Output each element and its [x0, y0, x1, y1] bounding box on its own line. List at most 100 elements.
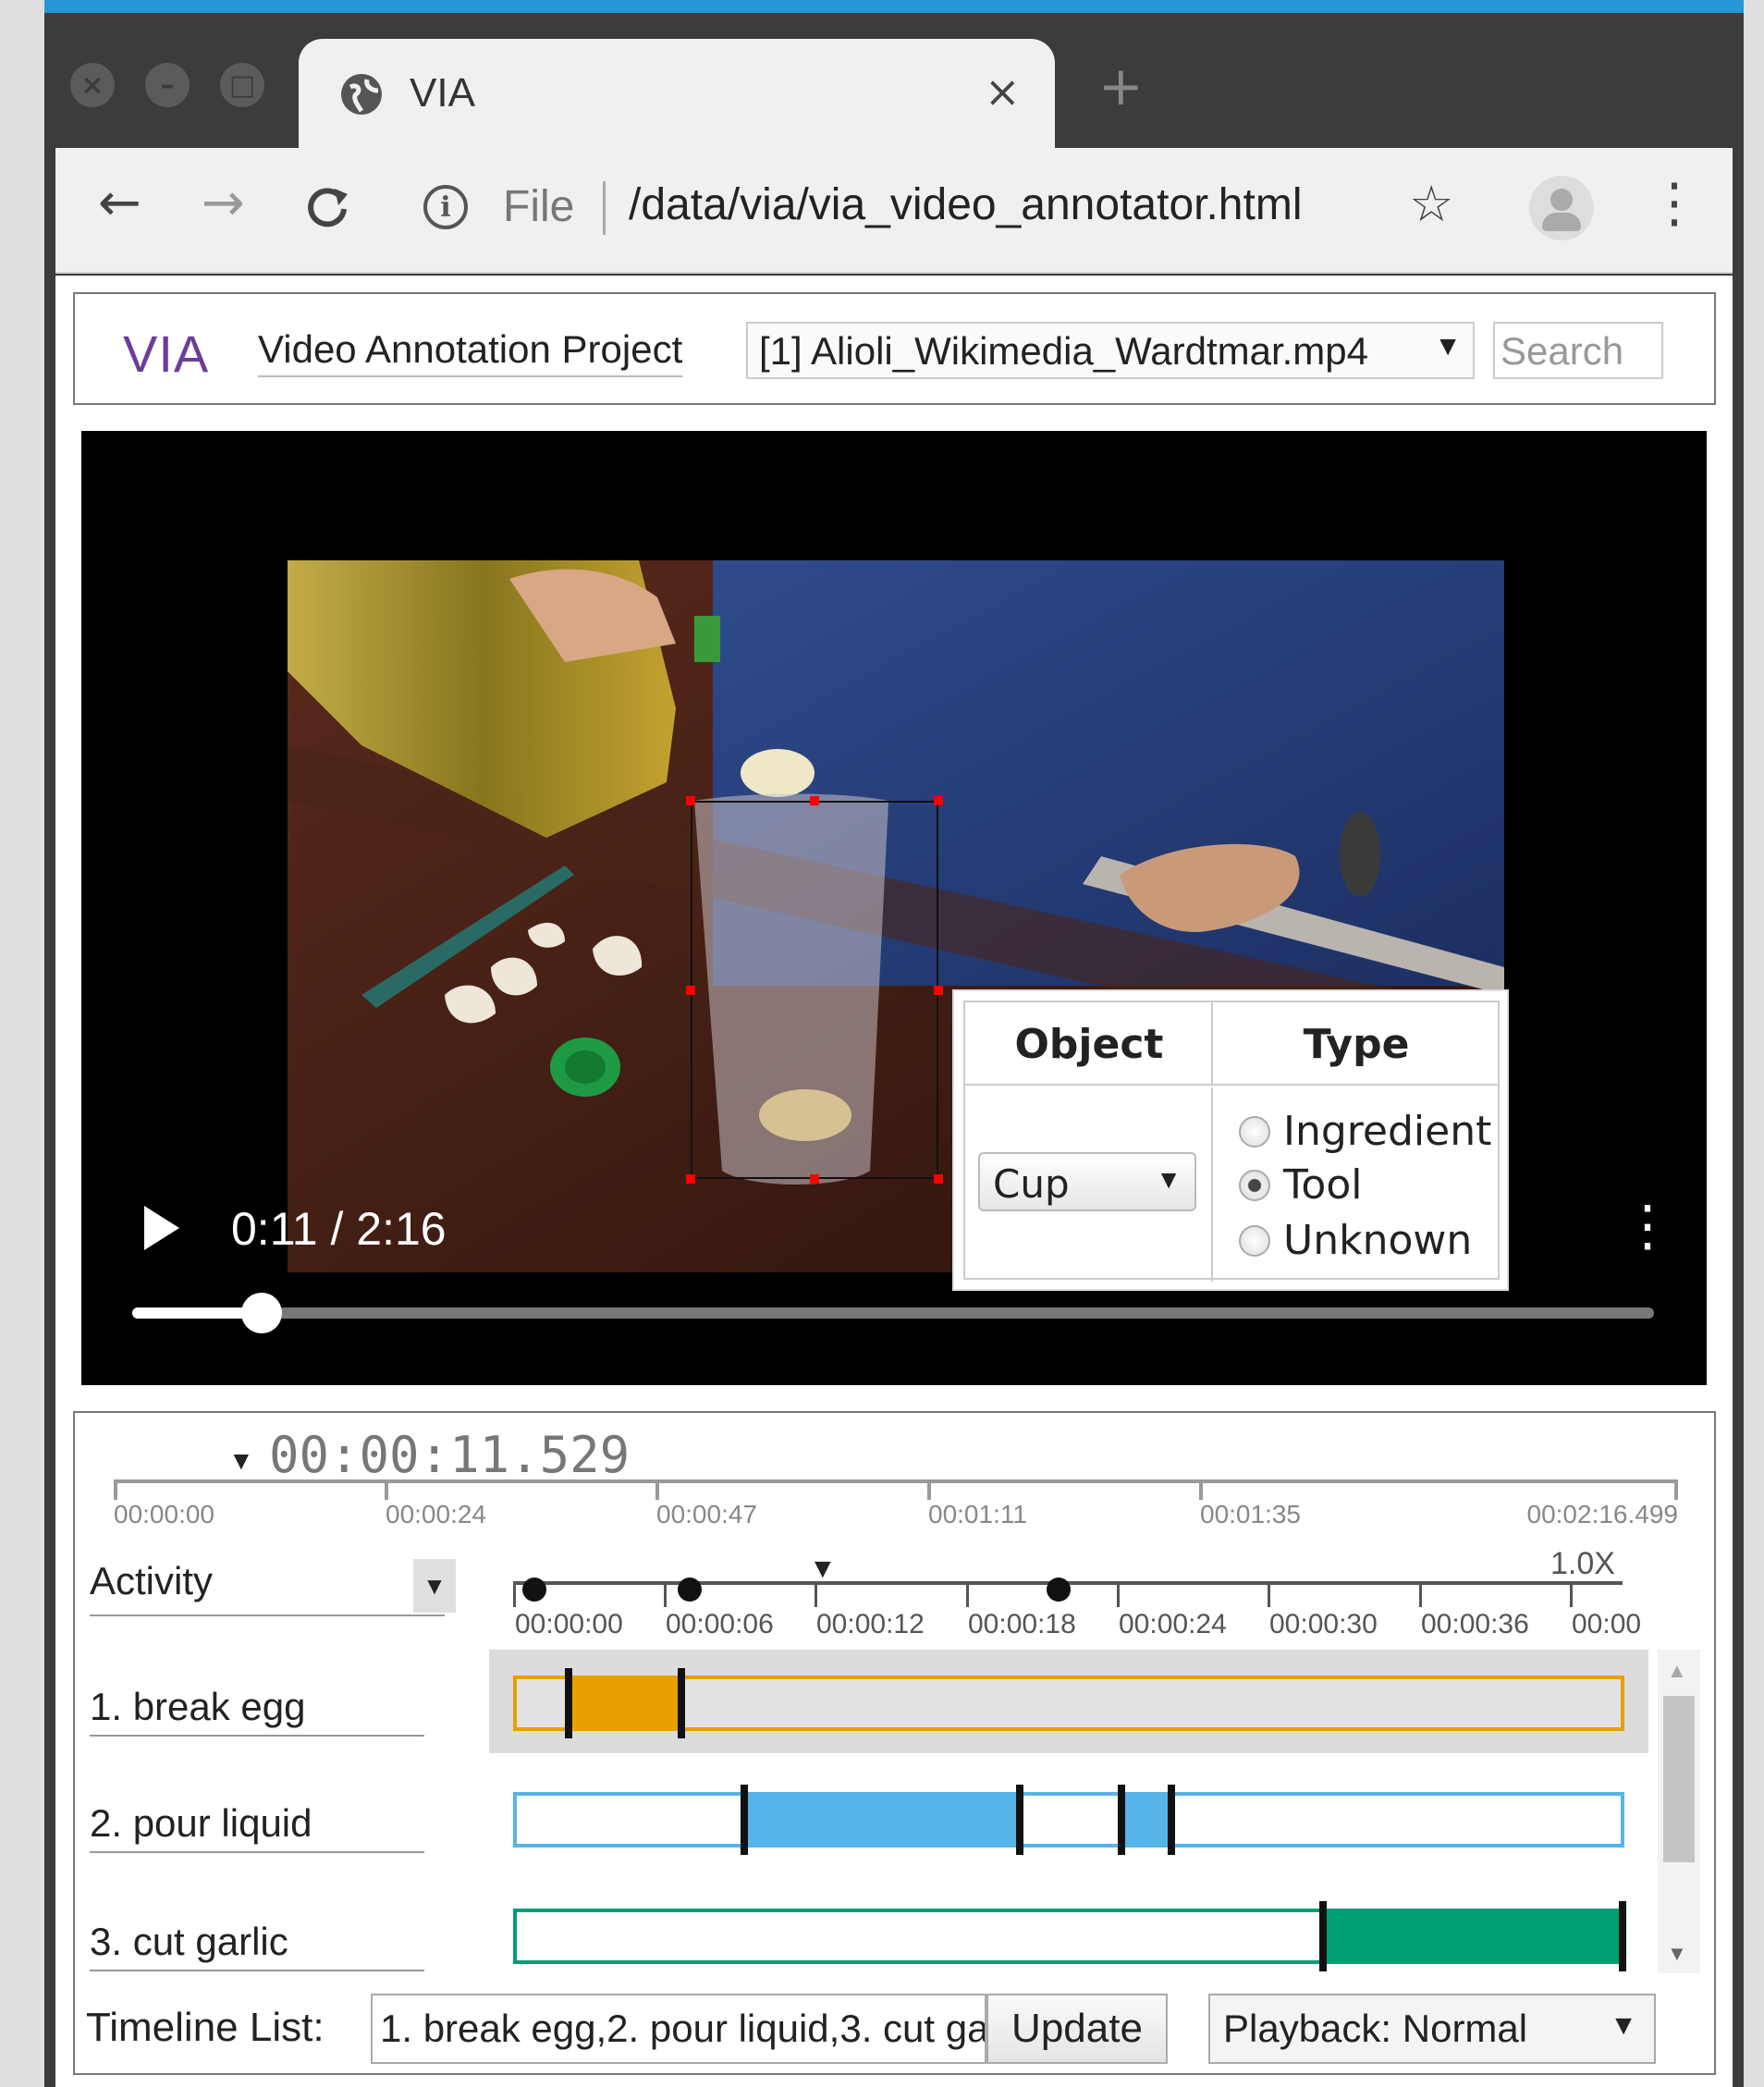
overview-ruler-line[interactable] — [114, 1479, 1678, 1483]
detail-tick — [1419, 1581, 1422, 1607]
overview-tick-label: 00:00:00 — [114, 1500, 214, 1528]
group-select-value: Activity — [90, 1559, 214, 1602]
timeline-row-label[interactable]: 1. break egg — [90, 1685, 424, 1737]
url-text[interactable]: /data/via/via_video_annotator.html — [629, 179, 1302, 230]
new-tab-button[interactable]: + — [1098, 59, 1144, 113]
via-header: VIA Video Annotation Project [1] Alioli_… — [73, 292, 1716, 405]
region-bounding-box[interactable] — [691, 801, 938, 1179]
resize-handle-top[interactable] — [810, 796, 819, 805]
playhead-marker-icon[interactable]: ▼ — [809, 1553, 837, 1585]
segment-boundary[interactable] — [1016, 1785, 1023, 1855]
detail-tick — [1570, 1581, 1573, 1607]
video-menu-icon[interactable]: ⋮ — [1620, 1198, 1675, 1254]
tab-close-icon[interactable]: × — [985, 67, 1021, 117]
object-select[interactable]: Cup ▼ — [978, 1152, 1196, 1211]
type-header: Type — [1303, 1021, 1410, 1068]
video-seek-thumb[interactable] — [240, 1293, 282, 1333]
timeline-segment[interactable] — [1121, 1792, 1171, 1848]
maximize-window-button[interactable]: □ — [220, 63, 264, 107]
globe-icon — [337, 70, 386, 118]
segment-boundary[interactable] — [1319, 1901, 1327, 1971]
timeline-row-label[interactable]: 2. pour liquid — [90, 1801, 424, 1853]
chevron-down-icon: ▼ — [1156, 1165, 1182, 1194]
detail-tick-label: 00:00:12 — [816, 1609, 925, 1639]
type-option-tool[interactable]: Tool — [1239, 1161, 1362, 1209]
timeline-list-input[interactable]: 1. break egg,2. pour liquid,3. cut garli… — [371, 1994, 986, 2064]
project-name-input[interactable]: Video Annotation Project — [258, 327, 683, 377]
search-placeholder: Search — [1501, 329, 1624, 373]
segment-boundary[interactable] — [1619, 1901, 1626, 1971]
overview-tick — [1674, 1479, 1678, 1500]
zoom-level: 1.0X — [1550, 1546, 1615, 1581]
resize-handle-bottom-left[interactable] — [686, 1174, 695, 1184]
detail-tick-label: 00:00:30 — [1269, 1609, 1378, 1639]
radio-unchecked[interactable] — [1239, 1224, 1270, 1257]
via-logo: VIA — [123, 325, 210, 383]
overview-tick — [385, 1479, 388, 1500]
reload-icon[interactable] — [301, 181, 353, 233]
bookmark-star-icon[interactable]: ☆ — [1409, 179, 1453, 229]
detail-tick-label: 00:00 — [1572, 1609, 1642, 1639]
group-select[interactable]: Activity — [90, 1546, 445, 1616]
video-seek-bar[interactable] — [132, 1293, 1654, 1333]
segment-boundary[interactable] — [565, 1668, 572, 1738]
keyframe-marker[interactable] — [522, 1578, 546, 1602]
resize-handle-left[interactable] — [686, 986, 695, 995]
type-option-label: Tool — [1283, 1161, 1363, 1209]
timeline-scrollbar[interactable]: ▲ ▼ — [1658, 1650, 1700, 1973]
scroll-down-icon[interactable]: ▼ — [1667, 1942, 1687, 1966]
playback-select-value: Playback: Normal — [1223, 2007, 1528, 2050]
keyframe-marker[interactable] — [678, 1578, 702, 1602]
overview-tick-label: 00:00:47 — [656, 1500, 757, 1528]
radio-checked[interactable] — [1239, 1169, 1270, 1201]
detail-tick-label: 00:00:00 — [515, 1609, 623, 1639]
top-accent-bar — [44, 0, 1744, 13]
attribute-table: Object Type Cup ▼ Ingredient Tool Unknow… — [963, 1001, 1500, 1282]
detail-tick-label: 00:00:06 — [666, 1609, 774, 1639]
resize-handle-right[interactable] — [934, 986, 943, 995]
resize-handle-bottom-right[interactable] — [934, 1174, 943, 1184]
update-button[interactable]: Update — [986, 1994, 1168, 2064]
resize-handle-top-left[interactable] — [686, 796, 695, 805]
timeline-segment[interactable] — [1323, 1909, 1624, 1964]
segment-boundary[interactable] — [1118, 1785, 1125, 1855]
browser-tab[interactable]: VIA × — [299, 39, 1055, 148]
timeline-track-pour-liquid[interactable] — [513, 1792, 1624, 1848]
keyframe-marker[interactable] — [1047, 1578, 1071, 1602]
type-option-unknown[interactable]: Unknown — [1239, 1217, 1472, 1264]
scrollbar-thumb[interactable] — [1663, 1696, 1695, 1862]
close-window-button[interactable]: × — [70, 63, 115, 107]
avatar-head — [1550, 189, 1573, 211]
back-icon[interactable]: ← — [98, 178, 141, 229]
object-header: Object — [1014, 1021, 1164, 1068]
segment-boundary[interactable] — [741, 1785, 748, 1855]
radio-unchecked[interactable] — [1239, 1115, 1270, 1148]
detail-tick-label: 00:00:36 — [1421, 1609, 1529, 1639]
chevron-down-icon[interactable]: ▼ — [413, 1559, 456, 1613]
timeline-list-value: 1. break egg,2. pour liquid,3. cut garli… — [380, 2007, 986, 2050]
chevron-down-icon: ▼ — [1610, 2010, 1637, 2041]
url-divider — [603, 181, 606, 235]
timeline-segment[interactable] — [744, 1792, 1020, 1848]
playback-select[interactable]: Playback: Normal ▼ — [1208, 1994, 1656, 2064]
profile-avatar[interactable] — [1529, 176, 1594, 240]
scroll-up-icon[interactable]: ▲ — [1667, 1659, 1687, 1683]
timeline-row-label[interactable]: 3. cut garlic — [90, 1920, 424, 1971]
timeline-segment[interactable] — [569, 1676, 681, 1731]
browser-menu-icon[interactable]: ⋮ — [1648, 176, 1701, 229]
forward-icon[interactable]: → — [202, 178, 245, 229]
segment-boundary[interactable] — [678, 1668, 685, 1738]
file-select[interactable]: [1] Alioli_Wikimedia_Wardtmar.mp4 ▼ — [746, 322, 1475, 379]
info-icon[interactable]: i — [423, 185, 468, 229]
resize-handle-top-right[interactable] — [934, 796, 943, 805]
type-option-ingredient[interactable]: Ingredient — [1239, 1108, 1491, 1155]
type-options-cell: Ingredient Tool Unknown — [1213, 1087, 1500, 1282]
current-time: 00:00:11.529 — [269, 1426, 631, 1484]
search-input[interactable]: Search — [1493, 322, 1663, 379]
play-icon[interactable] — [139, 1202, 185, 1254]
segment-boundary[interactable] — [1168, 1785, 1175, 1855]
minimize-window-button[interactable]: – — [145, 63, 190, 107]
chevron-down-icon: ▼ — [1434, 331, 1462, 362]
type-option-label: Unknown — [1283, 1217, 1473, 1264]
resize-handle-bottom[interactable] — [810, 1174, 819, 1184]
